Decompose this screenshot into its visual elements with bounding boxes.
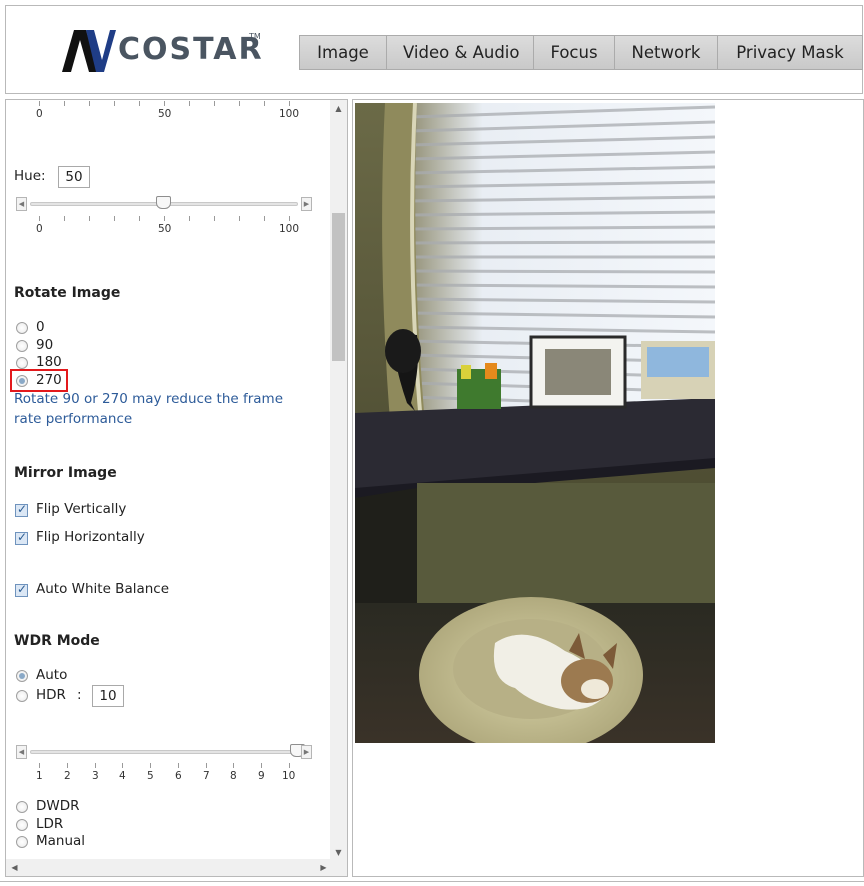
hdr-scale-3: 3 bbox=[92, 770, 99, 782]
hue-increase-icon[interactable]: ▶ bbox=[301, 197, 312, 211]
logo-text: COSTAR bbox=[118, 32, 264, 67]
rotate-90-radio[interactable] bbox=[16, 340, 28, 352]
previous-slider-ticks bbox=[39, 101, 291, 107]
hdr-scale-10: 10 bbox=[282, 770, 296, 782]
hdr-scale-5: 5 bbox=[147, 770, 154, 782]
check-icon: ✓ bbox=[17, 502, 28, 516]
tab-focus[interactable]: Focus bbox=[533, 35, 615, 70]
hdr-scale-7: 7 bbox=[203, 770, 210, 782]
flip-vertically-label[interactable]: Flip Vertically bbox=[36, 501, 126, 517]
wdr-hdr-colon: : bbox=[77, 687, 82, 703]
rotate-180-label[interactable]: 180 bbox=[36, 354, 62, 370]
scroll-left-icon[interactable]: ◀ bbox=[6, 859, 23, 876]
hue-scale-max: 100 bbox=[279, 223, 300, 235]
vertical-scrollbar[interactable]: ▲ ▼ bbox=[330, 100, 347, 861]
hdr-scale-1: 1 bbox=[36, 770, 43, 782]
previous-scale-min: 0 bbox=[36, 108, 43, 120]
hdr-slider-track[interactable] bbox=[30, 750, 298, 754]
tab-video-audio[interactable]: Video & Audio bbox=[386, 35, 534, 70]
previous-scale-mid: 50 bbox=[158, 108, 172, 120]
hue-label: Hue: bbox=[14, 168, 46, 184]
wdr-manual-radio[interactable] bbox=[16, 836, 28, 848]
hdr-scale-2: 2 bbox=[64, 770, 71, 782]
flip-horizontally-checkbox[interactable]: ✓ bbox=[15, 530, 28, 545]
hdr-scale-8: 8 bbox=[230, 770, 237, 782]
page-bottom-border bbox=[0, 881, 864, 882]
scrollbar-corner bbox=[330, 859, 347, 876]
rotate-performance-note: Rotate 90 or 270 may reduce the frame ra… bbox=[14, 391, 284, 427]
rotate-0-label[interactable]: 0 bbox=[36, 319, 45, 335]
vertical-scroll-thumb[interactable] bbox=[332, 213, 345, 361]
wdr-ldr-label[interactable]: LDR bbox=[36, 816, 63, 832]
hue-slider[interactable]: ◀ ▶ bbox=[16, 196, 312, 211]
wdr-dwdr-label[interactable]: DWDR bbox=[36, 798, 80, 814]
main-tabs: Image Video & Audio Focus Network Privac… bbox=[299, 35, 863, 70]
hdr-scale-6: 6 bbox=[175, 770, 182, 782]
tab-network[interactable]: Network bbox=[614, 35, 718, 70]
mirror-image-title: Mirror Image bbox=[14, 465, 117, 481]
rotate-image-title: Rotate Image bbox=[14, 285, 121, 301]
flip-vertically-checkbox[interactable]: ✓ bbox=[15, 502, 28, 517]
tab-privacy-mask[interactable]: Privacy Mask bbox=[717, 35, 863, 70]
avcostar-logo: COSTAR TM bbox=[62, 28, 262, 74]
flip-horizontally-label[interactable]: Flip Horizontally bbox=[36, 529, 145, 545]
hdr-increase-icon[interactable]: ▶ bbox=[301, 745, 312, 759]
camera-live-image[interactable] bbox=[355, 103, 715, 743]
tab-image[interactable]: Image bbox=[299, 35, 387, 70]
wdr-hdr-radio[interactable] bbox=[16, 690, 28, 702]
hdr-decrease-icon[interactable]: ◀ bbox=[16, 745, 27, 759]
logo-trademark: TM bbox=[249, 32, 261, 41]
check-icon: ✓ bbox=[17, 530, 28, 544]
image-settings-panel[interactable]: 0 50 100 Hue: 50 ◀ ▶ 0 50 100 Rotate Ima… bbox=[5, 99, 348, 877]
hue-value-field[interactable]: 50 bbox=[58, 166, 90, 188]
hue-slider-ticks bbox=[39, 216, 291, 222]
rotate-0-radio[interactable] bbox=[16, 322, 28, 334]
header-bar: COSTAR TM Image Video & Audio Focus Netw… bbox=[5, 5, 863, 94]
camera-scene-image bbox=[355, 103, 715, 743]
hdr-scale-4: 4 bbox=[119, 770, 126, 782]
av-logo-icon bbox=[62, 30, 116, 72]
auto-white-balance-label[interactable]: Auto White Balance bbox=[36, 581, 169, 597]
wdr-hdr-label[interactable]: HDR bbox=[36, 687, 66, 703]
wdr-auto-label[interactable]: Auto bbox=[36, 667, 67, 683]
hdr-level-field[interactable]: 10 bbox=[92, 685, 124, 707]
check-icon: ✓ bbox=[17, 582, 28, 596]
wdr-mode-title: WDR Mode bbox=[14, 633, 100, 649]
rotate-180-radio[interactable] bbox=[16, 357, 28, 369]
horizontal-scrollbar[interactable]: ◀ ▶ bbox=[6, 859, 332, 876]
hue-scale-min: 0 bbox=[36, 223, 43, 235]
wdr-dwdr-radio[interactable] bbox=[16, 801, 28, 813]
previous-scale-max: 100 bbox=[279, 108, 300, 120]
live-view-panel bbox=[352, 99, 864, 877]
hue-decrease-icon[interactable]: ◀ bbox=[16, 197, 27, 211]
scroll-up-icon[interactable]: ▲ bbox=[330, 100, 347, 117]
hdr-level-slider[interactable]: ◀ ▶ bbox=[16, 744, 312, 759]
auto-white-balance-checkbox[interactable]: ✓ bbox=[15, 582, 28, 597]
hdr-scale-9: 9 bbox=[258, 770, 265, 782]
wdr-manual-label[interactable]: Manual bbox=[36, 833, 85, 849]
hue-slider-handle[interactable] bbox=[156, 196, 171, 209]
rotate-90-label[interactable]: 90 bbox=[36, 337, 53, 353]
hdr-slider-ticks bbox=[39, 763, 291, 769]
wdr-ldr-radio[interactable] bbox=[16, 819, 28, 831]
wdr-auto-radio[interactable] bbox=[16, 670, 28, 682]
hue-scale-mid: 50 bbox=[158, 223, 172, 235]
